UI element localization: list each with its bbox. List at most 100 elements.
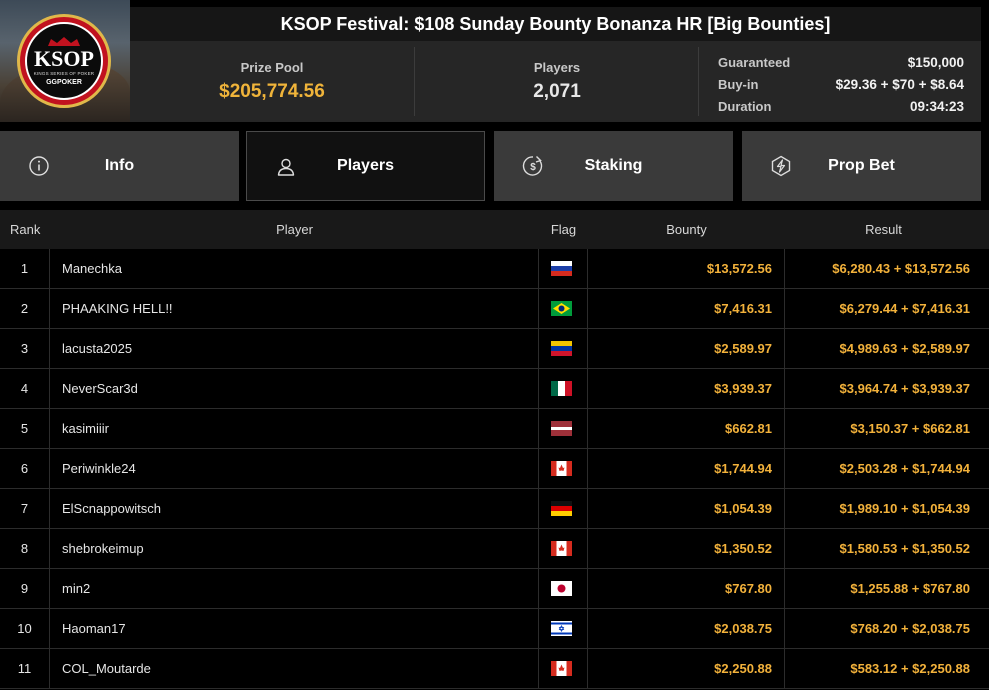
column-header-player[interactable]: Player [50, 210, 539, 249]
players-value: 2,071 [533, 81, 581, 102]
column-divider [587, 529, 588, 569]
result-cell: $3,964.74 + $3,939.37 [839, 381, 970, 396]
column-header-bounty[interactable]: Bounty [588, 210, 785, 249]
result-cell: $2,503.28 + $1,744.94 [839, 461, 970, 476]
rank-cell: 5 [20, 421, 29, 436]
detail-duration: Duration 09:34:23 [718, 95, 964, 117]
rank-cell: 3 [20, 341, 29, 356]
column-divider [587, 449, 588, 489]
latvia-flag-icon [551, 421, 572, 436]
flag-cell [539, 249, 587, 288]
column-divider [587, 409, 588, 449]
player-name-cell: COL_Moutarde [62, 661, 151, 676]
tab-prop-bet[interactable]: Prop Bet [742, 131, 981, 201]
column-divider [538, 289, 539, 329]
result-cell: $3,150.37 + $662.81 [850, 421, 970, 436]
germany-flag-icon [551, 501, 572, 516]
russia-flag-icon [551, 261, 572, 276]
rank-cell: 7 [20, 501, 29, 516]
column-header-result[interactable]: Result [785, 210, 982, 249]
ksop-logo: KSOP KINGS SERIES OF POKER GGPOKER [0, 0, 130, 122]
column-divider [587, 369, 588, 409]
table-row[interactable]: 10 Haoman17 $2,038.75 $768.20 + $2,038.75 [0, 609, 989, 649]
bounty-cell: $13,572.56 [706, 261, 772, 276]
crown-icon [48, 36, 80, 46]
column-divider [538, 489, 539, 529]
table-row[interactable]: 11 COL_Moutarde $2,250.88 $583.12 + $2,250.… [0, 649, 989, 689]
rank-cell: 9 [20, 581, 29, 596]
flag-cell [539, 489, 587, 528]
player-name-cell: Haoman17 [62, 621, 126, 636]
detail-value: $29.36 + $70 + $8.64 [835, 76, 964, 92]
column-divider [49, 289, 50, 329]
logo-brand: KSOP [34, 45, 94, 71]
column-divider [784, 249, 785, 289]
prize-pool-label: Prize Pool [240, 60, 304, 75]
bounty-cell: $1,350.52 [714, 541, 772, 556]
rank-cell: 4 [20, 381, 29, 396]
column-divider [49, 569, 50, 609]
logo-partner: GGPOKER [46, 78, 82, 86]
tab-staking[interactable]: $ Staking [494, 131, 733, 201]
result-cell: $583.12 + $2,250.88 [850, 661, 970, 676]
detail-label: Buy-in [718, 76, 759, 92]
column-divider [538, 529, 539, 569]
player-name-cell: kasimiiir [62, 421, 109, 436]
column-divider [538, 409, 539, 449]
column-divider [49, 449, 50, 489]
canada-flag-icon [551, 461, 572, 476]
tab-info[interactable]: Info [0, 131, 239, 201]
column-divider [587, 329, 588, 369]
column-divider [784, 409, 785, 449]
prize-pool-value: $205,774.56 [219, 81, 325, 102]
dollar-coin-icon: $ [522, 156, 543, 176]
column-divider [784, 289, 785, 329]
result-cell: $1,989.10 + $1,054.39 [839, 501, 970, 516]
column-divider [784, 569, 785, 609]
tournament-stats: Prize Pool $205,774.56 Players 2,071 Gua… [130, 41, 981, 122]
column-divider [784, 449, 785, 489]
bounty-cell: $3,939.37 [714, 381, 772, 396]
column-divider [49, 649, 50, 689]
table-row[interactable]: 4 NeverScar3d $3,939.37 $3,964.74 + $3,939.… [0, 369, 989, 409]
flag-cell [539, 409, 587, 448]
tab-label: Staking [584, 157, 643, 174]
column-divider [784, 649, 785, 689]
info-icon [29, 156, 49, 176]
tab-players[interactable]: Players [246, 131, 485, 201]
player-name-cell: PHAAKING HELL!! [62, 301, 173, 316]
tab-label: Prop Bet [828, 157, 895, 174]
logo-badge: KSOP KINGS SERIES OF POKER GGPOKER [17, 14, 111, 108]
result-cell: $4,989.63 + $2,589.97 [839, 341, 970, 356]
table-row[interactable]: 1 Manechka $13,572.56 $6,280.43 + $13,572.5… [0, 249, 989, 289]
column-divider [49, 409, 50, 449]
column-header-rank[interactable]: Rank [10, 210, 40, 249]
column-divider [49, 329, 50, 369]
bounty-cell: $2,038.75 [714, 621, 772, 636]
column-divider [538, 649, 539, 689]
flag-cell [539, 569, 587, 608]
flag-cell [539, 289, 587, 328]
column-divider [538, 569, 539, 609]
table-row[interactable]: 9 min2 $767.80 $1,255.88 + $767.80 [0, 569, 989, 609]
column-divider [587, 489, 588, 529]
table-row[interactable]: 7 ElScnappowitsch $1,054.39 $1,989.10 + $1,… [0, 489, 989, 529]
logo-badge-inner: KSOP KINGS SERIES OF POKER GGPOKER [25, 22, 103, 100]
players-stat: Players 2,071 [415, 41, 699, 122]
table-row[interactable]: 3 lacusta2025 $2,589.97 $4,989.63 + $2,589.… [0, 329, 989, 369]
rank-cell: 6 [20, 461, 29, 476]
table-row[interactable]: 5 kasimiiir $662.81 $3,150.37 + $662.81 [0, 409, 989, 449]
players-table-header: Rank Player Flag Bounty Result [0, 210, 989, 249]
column-header-flag[interactable]: Flag [539, 210, 588, 249]
column-divider [784, 489, 785, 529]
logo-subtitle: KINGS SERIES OF POKER [33, 70, 95, 76]
table-row[interactable]: 6 Periwinkle24 $1,744.94 $2,503.28 + $1,744… [0, 449, 989, 489]
result-cell: $1,255.88 + $767.80 [850, 581, 970, 596]
table-row[interactable]: 8 shebrokeimup $1,350.52 $1,580.53 + $1,350… [0, 529, 989, 569]
table-row[interactable]: 2 PHAAKING HELL!! $7,416.31 $6,279.44 + $7,… [0, 289, 989, 329]
tab-label: Players [337, 157, 394, 174]
detail-value: 09:34:23 [909, 98, 964, 114]
player-name-cell: ElScnappowitsch [62, 501, 161, 516]
column-divider [587, 289, 588, 329]
israel-flag-icon [551, 621, 572, 636]
